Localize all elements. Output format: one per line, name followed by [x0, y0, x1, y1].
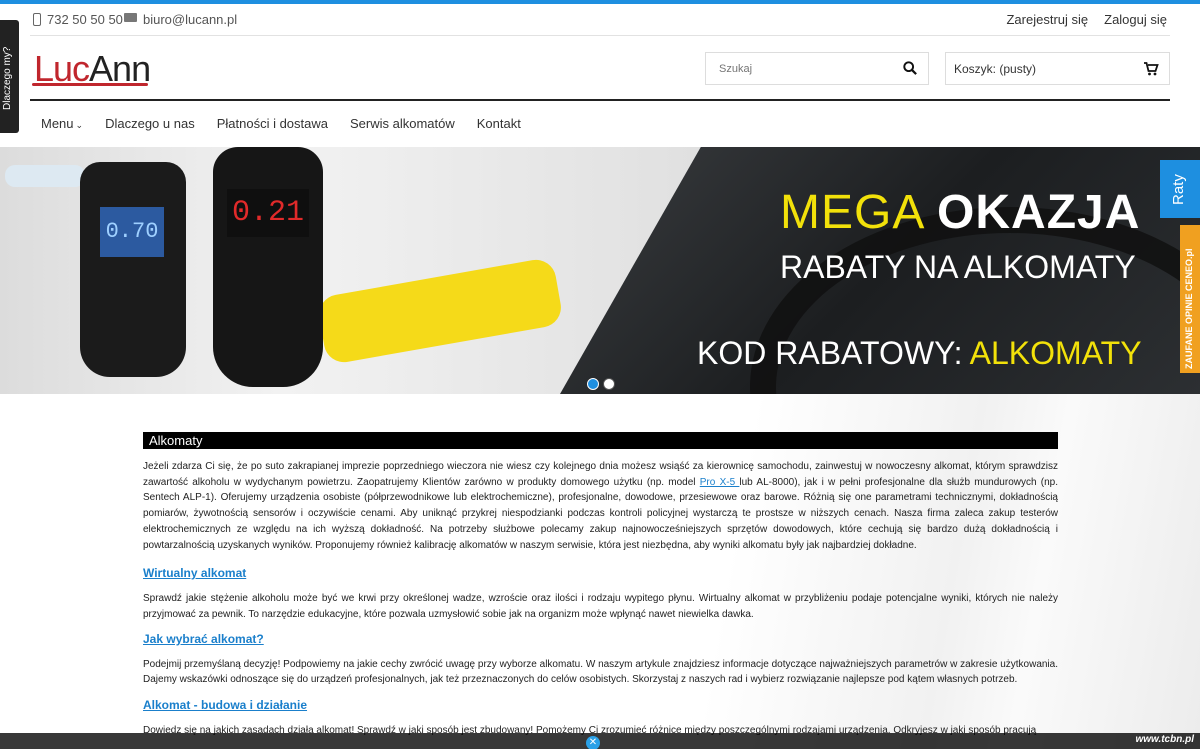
- device-1-display: 0.70: [100, 207, 164, 257]
- breathalyzer-graphic-2: 0.21: [213, 147, 323, 387]
- virtual-breathalyzer-link[interactable]: Wirtualny alkomat: [143, 566, 1058, 580]
- mail-icon: [124, 13, 137, 22]
- installments-label: Raty: [1170, 174, 1187, 205]
- cart-label: Koszyk:: [954, 62, 997, 76]
- phone-contact[interactable]: 732 50 50 50: [33, 12, 123, 27]
- slider-dot-2[interactable]: [603, 378, 615, 390]
- how-to-choose-text: Podejmij przemyślaną decyzję! Podpowiemy…: [143, 658, 1058, 686]
- ceneo-reviews-tab[interactable]: ZAUFANE OPINIE CENEO.pl: [1180, 225, 1200, 373]
- why-us-side-tab[interactable]: Dlaczego my?: [0, 20, 19, 133]
- installments-tab[interactable]: Raty: [1160, 160, 1200, 218]
- banner-headline-a: MEGA: [780, 186, 923, 239]
- device-2-display: 0.21: [227, 189, 309, 237]
- phone-number[interactable]: 732 50 50 50: [47, 12, 123, 27]
- cart-value: (pusty): [999, 62, 1037, 76]
- nav-menu-label: Menu: [41, 116, 74, 131]
- email-address[interactable]: biuro@lucann.pl: [143, 12, 237, 27]
- intro-paragraph: Jeżeli zdarza Ci się, że po suto zakrapi…: [143, 459, 1058, 553]
- cart-box[interactable]: Koszyk: (pusty): [945, 52, 1170, 85]
- nav-item-payment[interactable]: Płatności i dostawa: [217, 116, 328, 131]
- chevron-down-icon: ⌄: [75, 120, 84, 130]
- mouthpiece-graphic: [5, 165, 85, 187]
- register-link[interactable]: Zarejestruj się: [1006, 12, 1088, 27]
- page-title: Alkomaty: [143, 432, 1058, 449]
- search-input[interactable]: [706, 53, 886, 84]
- logo-swoosh: [32, 83, 148, 86]
- construction-link[interactable]: Alkomat - budowa i działanie: [143, 698, 1058, 712]
- top-bar: 732 50 50 50 biuro@lucann.pl Zarejestruj…: [30, 4, 1170, 36]
- banner-code-label: KOD RABATOWY:: [697, 335, 963, 371]
- phone-icon: [33, 13, 41, 26]
- virtual-breathalyzer-text: Sprawdź jakie stężenie alkoholu może być…: [143, 593, 1058, 620]
- login-link[interactable]: Zaloguj się: [1104, 12, 1167, 27]
- banner-code-line: KOD RABATOWY: ALKOMATY: [697, 335, 1142, 372]
- nav-divider: [30, 99, 1170, 101]
- ceneo-label: ZAUFANE OPINIE CENEO.pl: [1184, 248, 1194, 369]
- slider-dots: [587, 378, 615, 390]
- site-logo[interactable]: LucAnn: [32, 48, 151, 89]
- nav-item-why-us[interactable]: Dlaczego u nas: [105, 116, 195, 131]
- banner-subheadline: RABATY NA ALKOMATY: [780, 249, 1136, 285]
- banner-headline: MEGA OKAZJA: [780, 185, 1140, 240]
- search-icon[interactable]: [903, 61, 917, 75]
- banner-headline-b: OKAZJA: [937, 186, 1141, 239]
- promo-banner[interactable]: 0.70 0.21 MEGA OKAZJA RABATY NA ALKOMATY…: [0, 147, 1200, 394]
- breathalyzer-graphic-1: 0.70: [80, 162, 186, 377]
- main-nav: Menu ⌄ Dlaczego u nas Płatności i dostawa…: [41, 116, 521, 131]
- cart-icon: [1144, 62, 1159, 76]
- pro-x5-link[interactable]: Pro X-5: [700, 477, 740, 488]
- watermark-text: www.tcbn.pl: [1135, 734, 1194, 745]
- watermark-bar: www.tcbn.pl: [0, 733, 1200, 749]
- nav-item-contact[interactable]: Kontakt: [477, 116, 521, 131]
- search-box: [705, 52, 929, 85]
- nav-menu[interactable]: Menu ⌄: [41, 116, 83, 131]
- why-us-label: Dlaczego my?: [2, 46, 13, 110]
- main-content: Alkomaty Jeżeli zdarza Ci się, że po sut…: [143, 432, 1058, 739]
- email-contact[interactable]: biuro@lucann.pl: [124, 12, 237, 27]
- slider-dot-1[interactable]: [587, 378, 599, 390]
- how-to-choose-link[interactable]: Jak wybrać alkomat?: [143, 632, 1058, 646]
- banner-code-value: ALKOMATY: [969, 335, 1142, 371]
- close-icon[interactable]: ✕: [586, 736, 600, 749]
- nav-item-service[interactable]: Serwis alkomatów: [350, 116, 455, 131]
